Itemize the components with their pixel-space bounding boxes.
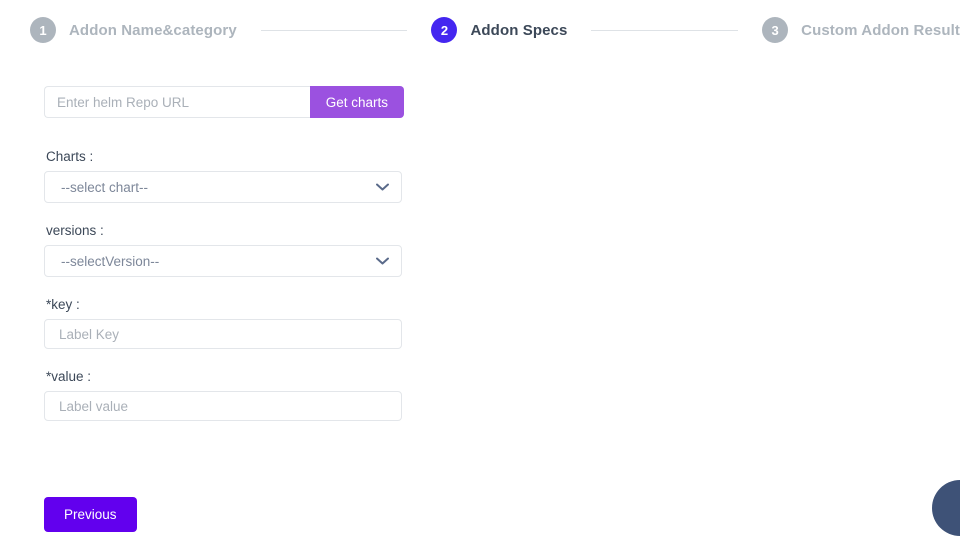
repo-url-input[interactable] (44, 86, 310, 118)
charts-select-wrap: --select chart-- (44, 171, 402, 203)
step-1-number: 1 (30, 17, 56, 43)
step-1[interactable]: 1 Addon Name&category (30, 17, 237, 43)
step-connector-1 (260, 29, 408, 31)
value-input[interactable] (44, 391, 402, 421)
step-2-label: Addon Specs (470, 21, 568, 39)
step-3[interactable]: 3 Custom Addon Result (762, 17, 960, 43)
repo-url-row: Get charts (44, 86, 404, 118)
versions-select-wrap: --selectVersion-- (44, 245, 402, 277)
charts-label: Charts : (46, 149, 94, 164)
key-input[interactable] (44, 319, 402, 349)
step-2-number: 2 (431, 17, 458, 43)
step-2[interactable]: 2 Addon Specs (431, 17, 567, 43)
form-spacer (44, 441, 960, 497)
step-connector-2 (591, 29, 739, 31)
versions-label: versions : (46, 223, 104, 238)
step-3-label: Custom Addon Result (801, 21, 960, 39)
key-label: *key : (46, 297, 80, 312)
versions-select[interactable]: --selectVersion-- (44, 245, 402, 277)
step-3-number: 3 (762, 17, 789, 43)
value-label: *value : (46, 369, 92, 384)
step-1-label: Addon Name&category (69, 21, 237, 39)
stepper: 1 Addon Name&category 2 Addon Specs 3 Cu… (0, 0, 960, 60)
previous-button[interactable]: Previous (44, 497, 137, 532)
addon-specs-form: Get charts Charts : --select chart-- ver… (0, 60, 960, 532)
charts-select[interactable]: --select chart-- (44, 171, 402, 203)
get-charts-button[interactable]: Get charts (309, 86, 404, 118)
